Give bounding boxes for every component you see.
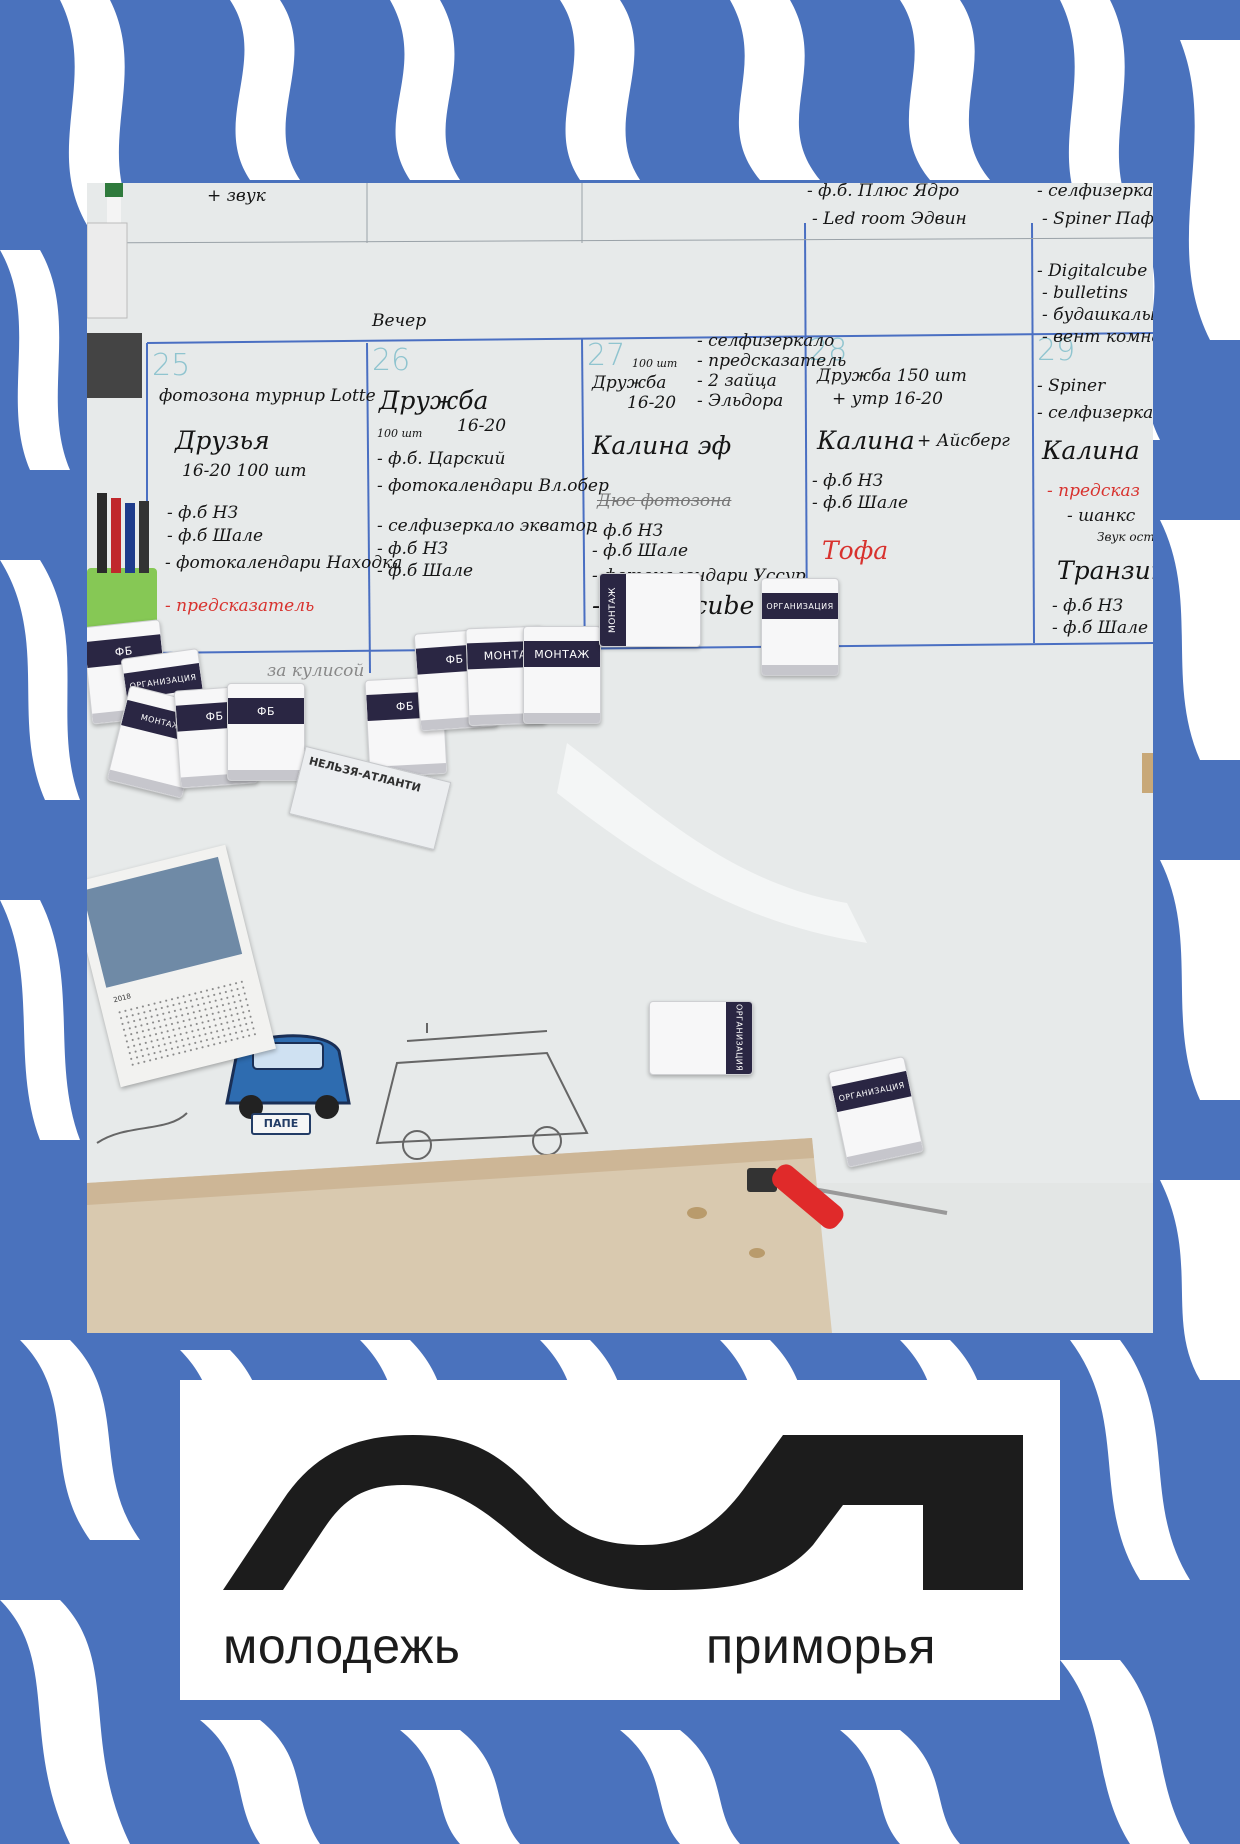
whiteboard-photo: 25 26 27 28 29 + звук - ф.б. Плюс Ядро -… bbox=[87, 183, 1153, 1333]
note-selfie-mirror: - селфизеркало bbox=[1037, 183, 1153, 201]
col26-calendars: - фотокалендари Вл.обер bbox=[377, 476, 609, 496]
col25-fb-nz: - ф.б НЗ bbox=[167, 503, 239, 523]
col28-time: + утр 16-20 bbox=[832, 389, 943, 409]
col27-count: 100 шт bbox=[632, 357, 678, 370]
task-card-montage: МОНТАЖ bbox=[599, 573, 701, 647]
day-number-25: 25 bbox=[152, 348, 191, 383]
wave-mp-logo-icon bbox=[223, 1435, 1023, 1590]
col26-fb-shale: - ф.б Шале bbox=[377, 561, 474, 581]
col25-event: Друзья bbox=[175, 426, 270, 455]
note-bulletins: - bulletins bbox=[1042, 283, 1128, 303]
col26-fb-tsar: - ф.б. Царский bbox=[377, 449, 506, 469]
task-card-organization: ОРГАНИЗАЦИЯ bbox=[649, 1001, 753, 1075]
col27-time: 16-20 bbox=[627, 393, 677, 413]
calendar-year: 2018 bbox=[112, 992, 132, 1005]
col29-sound: Звук ост bbox=[1097, 530, 1153, 544]
note-led-room: - Led room Эдвин bbox=[812, 209, 967, 229]
note-fb-plus: - ф.б. Плюс Ядро bbox=[807, 183, 960, 201]
note-sound: + звук bbox=[207, 186, 266, 206]
col29-predictor: - предсказ bbox=[1047, 481, 1140, 501]
col27-fb-nz: - ф.б НЗ bbox=[592, 521, 664, 541]
col28-tofa: Тофа bbox=[822, 536, 889, 565]
note-vent: - вент комнаты bbox=[1042, 327, 1153, 347]
col27-event: Дружба bbox=[592, 373, 667, 393]
task-card-fb: ФБ bbox=[227, 683, 305, 781]
col28-iceberg: + Айсберг bbox=[917, 431, 1010, 451]
col25-photozone: фотозона турнир Lotte bbox=[159, 386, 376, 406]
tagline-primorye: приморья bbox=[706, 1618, 936, 1674]
col25-fb-shale: - ф.б Шале bbox=[167, 526, 264, 546]
card-label: ОРГАНИЗАЦИЯ bbox=[762, 593, 838, 619]
col28-kalina: Калина bbox=[817, 426, 915, 455]
col29-selfie: - селфизеркало bbox=[1037, 403, 1153, 423]
pinned-photo bbox=[87, 333, 142, 398]
card-label: ОРГАНИЗАЦИЯ bbox=[831, 1070, 912, 1113]
col27-kalina: Калина эф bbox=[592, 431, 732, 460]
col27-eldora: - Эльдора bbox=[697, 391, 784, 411]
col26-fb-nz: - ф.б НЗ bbox=[377, 539, 449, 559]
day-number-26: 26 bbox=[372, 343, 411, 378]
card-label: ФБ bbox=[228, 698, 304, 724]
note-evening: Вечер bbox=[372, 311, 427, 331]
col27-fb-shale: - ф.б Шале bbox=[592, 541, 689, 561]
col25-time: 16-20 100 шт bbox=[182, 461, 307, 481]
col27-dus-crossed: Дюс фотозона bbox=[597, 491, 732, 511]
note-spiner-top: - Spiner Паф bbox=[1042, 209, 1153, 229]
note-scale: - будашкалы bbox=[1042, 305, 1153, 325]
col28-fb-nz: - ф.б НЗ bbox=[812, 471, 884, 491]
day-number-27: 27 bbox=[587, 338, 626, 373]
col26-selfie: - селфизеркало экватор bbox=[377, 516, 597, 536]
card-label: МОНТАЖ bbox=[600, 574, 626, 646]
col29-shanks: - шанкс bbox=[1067, 506, 1136, 526]
col29-fb-shale: - ф.б Шале bbox=[1052, 618, 1149, 638]
col26-time: 16-20 bbox=[457, 416, 507, 436]
car-magnet-label: ПАПЕ bbox=[251, 1113, 311, 1135]
col26-count: 100 шт bbox=[377, 427, 423, 440]
calendar-photo bbox=[87, 856, 243, 988]
col29-fb-nz: - ф.б НЗ bbox=[1052, 596, 1124, 616]
faded-scribble: за кулисой bbox=[267, 661, 365, 681]
col27-selfie: - селфизеркало bbox=[697, 331, 835, 351]
col28-fb-shale: - ф.б Шале bbox=[812, 493, 909, 513]
note-digitalcube-top: - Digitalcube bbox=[1037, 261, 1148, 281]
col27-hares: - 2 зайца bbox=[697, 371, 777, 391]
col29-transit: Транзит bbox=[1057, 556, 1153, 585]
col25-calendars: - фотокалендари Находка bbox=[165, 553, 403, 573]
task-card-organization: ОРГАНИЗАЦИЯ bbox=[761, 578, 839, 676]
tagline-youth: молодежь bbox=[223, 1618, 461, 1674]
task-card-montage: МОНТАЖ bbox=[523, 626, 601, 724]
card-label: МОНТАЖ bbox=[524, 641, 600, 667]
col29-kalina: Калина bbox=[1042, 436, 1140, 465]
calendar-grid bbox=[115, 978, 257, 1069]
col26-event: Дружба bbox=[379, 386, 489, 415]
col28-event: Дружба 150 шт bbox=[817, 366, 967, 386]
card-label: ОРГАНИЗАЦИЯ bbox=[726, 1002, 752, 1074]
col25-predictor: - предсказатель bbox=[165, 596, 315, 616]
col29-spiner: - Spiner bbox=[1037, 376, 1106, 396]
